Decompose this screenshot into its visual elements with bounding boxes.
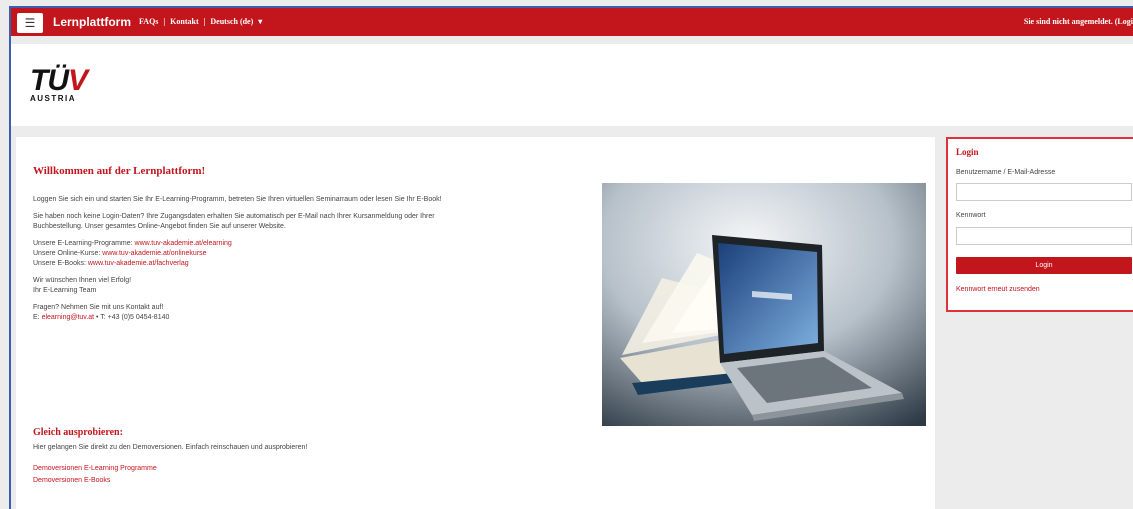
demo-description: Hier gelangen Sie direkt zu den Demovers…: [33, 444, 308, 451]
demo-ebooks-link[interactable]: Demoversionen E-Books: [33, 477, 110, 484]
logo-bar: TÜV AUSTRIA: [11, 44, 1133, 126]
site-brand[interactable]: Lernplattform: [53, 8, 131, 36]
forgot-password-link[interactable]: Kennwort erneut zusenden: [956, 286, 1040, 293]
intro-text: Loggen Sie sich ein und starten Sie Ihr …: [33, 195, 473, 330]
nav-separator: |: [203, 17, 206, 26]
books-label: Unsere E-Books:: [33, 260, 88, 267]
login-button[interactable]: Login: [956, 257, 1132, 274]
hamburger-icon[interactable]: ☰: [17, 13, 43, 33]
username-input[interactable]: [956, 183, 1132, 201]
email-link[interactable]: elearning@tuv.at: [42, 314, 95, 321]
email-prefix: E:: [33, 314, 42, 321]
tuv-austria-logo[interactable]: TÜV AUSTRIA: [30, 64, 88, 104]
password-label: Kennwort: [956, 212, 986, 219]
demo-heading: Gleich ausprobieren:: [33, 427, 123, 438]
contact-info: Fragen? Nehmen Sie mit uns Kontakt auf! …: [33, 303, 473, 323]
questions-text: Fragen? Nehmen Sie mit uns Kontakt auf!: [33, 304, 164, 311]
nav-link-faqs[interactable]: FAQs: [139, 17, 158, 26]
phone-text: • T: +43 (0)5 0454-8140: [94, 314, 170, 321]
wish-text: Wir wünschen Ihnen viel Erfolg!: [33, 277, 132, 284]
courses-link[interactable]: www.tuv-akademie.at/onlinekurse: [102, 250, 206, 257]
login-panel: Login Benutzername / E-Mail-Adresse Kenn…: [946, 137, 1133, 312]
login-data-paragraph: Sie haben noch keine Login-Daten? Ihre Z…: [33, 213, 435, 230]
greeting: Wir wünschen Ihnen viel Erfolg! Ihr E-Le…: [33, 276, 473, 296]
language-selector[interactable]: Deutsch (de): [210, 17, 253, 26]
intro-paragraph: Loggen Sie sich ein und starten Sie Ihr …: [33, 196, 442, 203]
nav-links: FAQs | Kontakt | Deutsch (de) ▾: [139, 8, 265, 36]
nav-link-kontakt[interactable]: Kontakt: [170, 17, 198, 26]
offer-links: Unsere E-Learning-Programme: www.tuv-aka…: [33, 239, 473, 269]
login-status[interactable]: Sie sind nicht angemeldet. (Logi: [1024, 8, 1133, 36]
nav-separator: |: [163, 17, 166, 26]
logo-tuv-text: TÜ: [30, 64, 69, 97]
team-signature: Ihr E-Learning Team: [33, 287, 97, 294]
programs-label: Unsere E-Learning-Programme:: [33, 240, 135, 247]
programs-link[interactable]: www.tuv-akademie.at/elearning: [135, 240, 232, 247]
books-link[interactable]: www.tuv-akademie.at/fachverlag: [88, 260, 189, 267]
top-navbar: ☰ Lernplattform FAQs | Kontakt | Deutsch…: [9, 6, 1133, 36]
hero-image-laptop-book: [602, 183, 926, 426]
password-input[interactable]: [956, 227, 1132, 245]
welcome-heading: Willkommen auf der Lernplattform!: [33, 165, 206, 177]
username-label: Benutzername / E-Mail-Adresse: [956, 169, 1056, 176]
courses-label: Unsere Online-Kurse:: [33, 250, 103, 257]
main-content: Willkommen auf der Lernplattform! Loggen…: [16, 137, 935, 509]
demo-elearning-link[interactable]: Demoversionen E-Learning Programme: [33, 465, 157, 472]
chevron-down-icon[interactable]: ▾: [258, 17, 262, 26]
login-heading: Login: [956, 147, 979, 157]
logo-v-mark: V: [68, 64, 88, 97]
